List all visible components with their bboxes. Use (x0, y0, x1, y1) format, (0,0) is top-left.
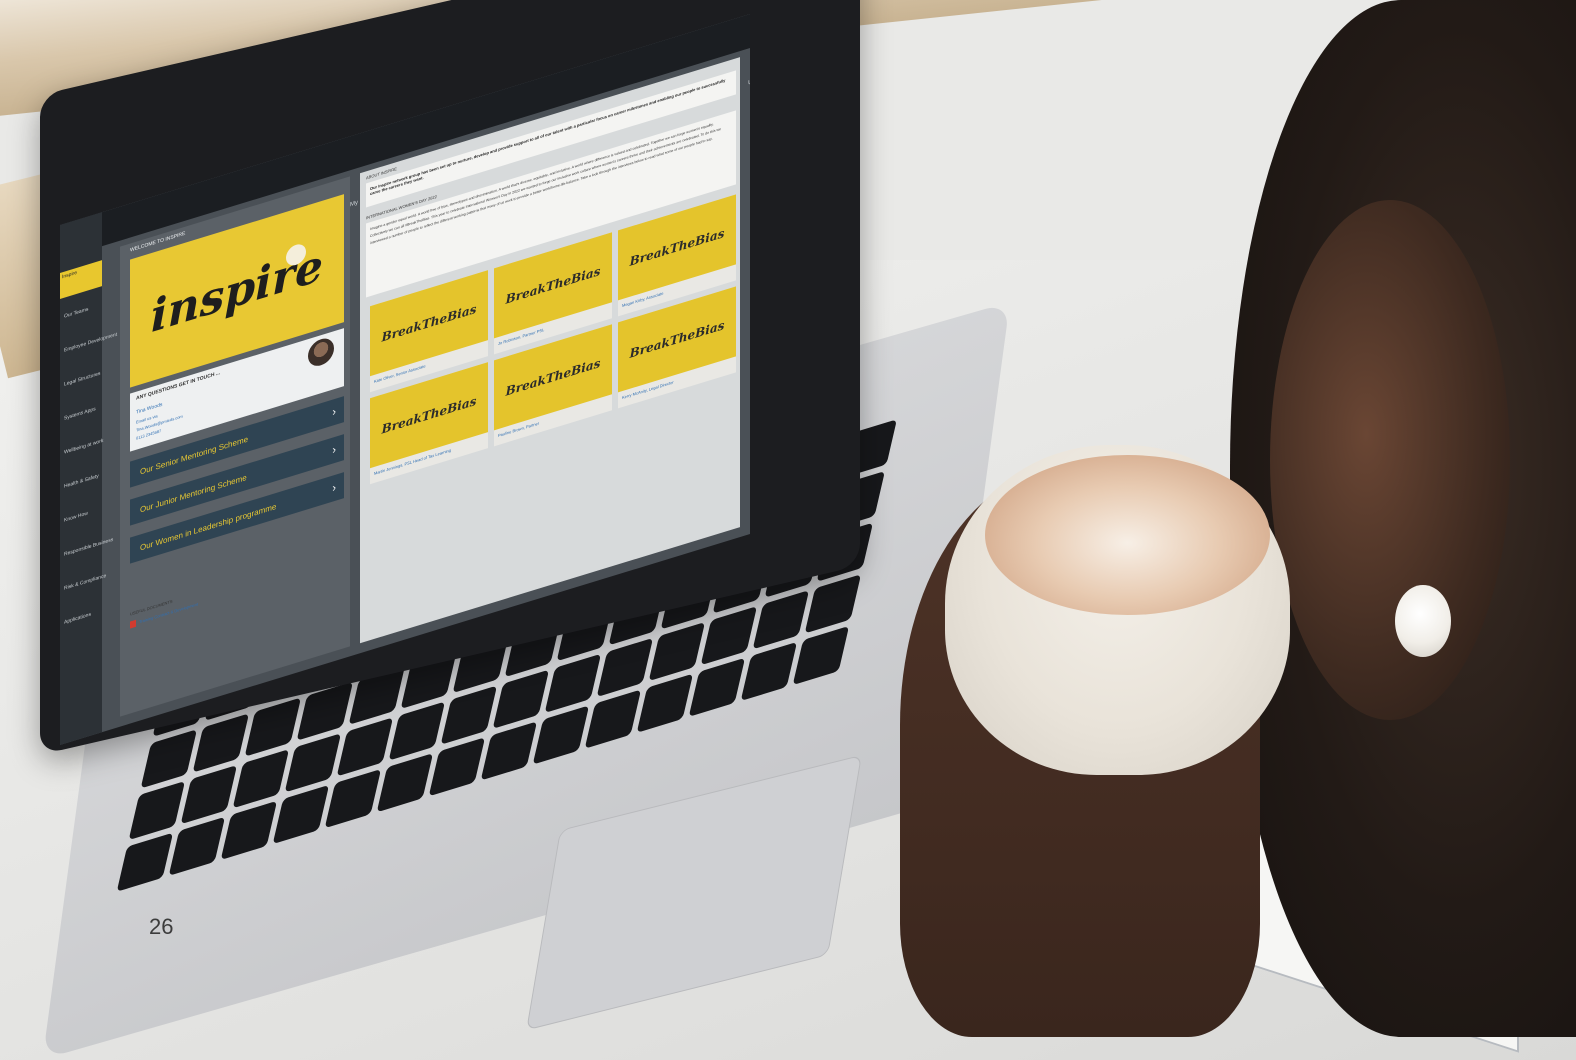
keyboard-key (192, 713, 250, 773)
banner-text: BreakTheBias (505, 263, 601, 307)
banner-text: BreakTheBias (629, 317, 725, 361)
keyboard-key (272, 784, 330, 845)
keyboard-key (636, 673, 694, 733)
keyboard-key (440, 685, 498, 745)
keyboard-key (700, 606, 758, 666)
keyboard-key (752, 590, 810, 650)
keyboard-key (648, 621, 706, 682)
photo-scene: My PMIDOur Network GroupsDocuments, Poli… (0, 0, 1576, 1060)
chevron-right-icon: › (332, 443, 336, 457)
keyboard-key (544, 653, 602, 713)
keyboard-key (180, 765, 238, 825)
keyboard-key (584, 689, 642, 749)
keyboard-key (492, 669, 550, 729)
keyboard-key (688, 657, 746, 717)
nav-item[interactable]: Useful (748, 75, 750, 86)
keyboard-key (168, 816, 226, 876)
contact-name[interactable]: Tina Woods (136, 402, 162, 416)
banner-text: BreakTheBias (505, 355, 601, 399)
chevron-right-icon: › (332, 481, 336, 495)
keyboard-key (388, 701, 446, 761)
banner-text: BreakTheBias (381, 301, 477, 345)
keyboard-key (532, 705, 590, 765)
keyboard-key (284, 733, 342, 793)
page-number: 26 (149, 914, 174, 939)
avatar (308, 335, 334, 370)
banner-text: BreakTheBias (381, 393, 477, 437)
keyboard-key (480, 721, 538, 781)
keyboard-key (220, 800, 278, 861)
keyboard-key (428, 737, 486, 797)
pearl-earring (1395, 585, 1451, 657)
keyboard-key (244, 697, 302, 757)
banner-text: BreakTheBias (629, 225, 725, 269)
keyboard-key (324, 768, 382, 829)
sidebar-highlight[interactable]: Inspire (60, 260, 102, 299)
keyboard-key (740, 641, 798, 702)
person-face (1270, 200, 1510, 720)
keyboard-key (232, 749, 290, 809)
latte-foam (985, 455, 1270, 615)
chevron-right-icon: › (332, 405, 336, 419)
keyboard-key (376, 753, 434, 813)
keyboard-key (596, 637, 654, 698)
keyboard-key (336, 717, 394, 777)
